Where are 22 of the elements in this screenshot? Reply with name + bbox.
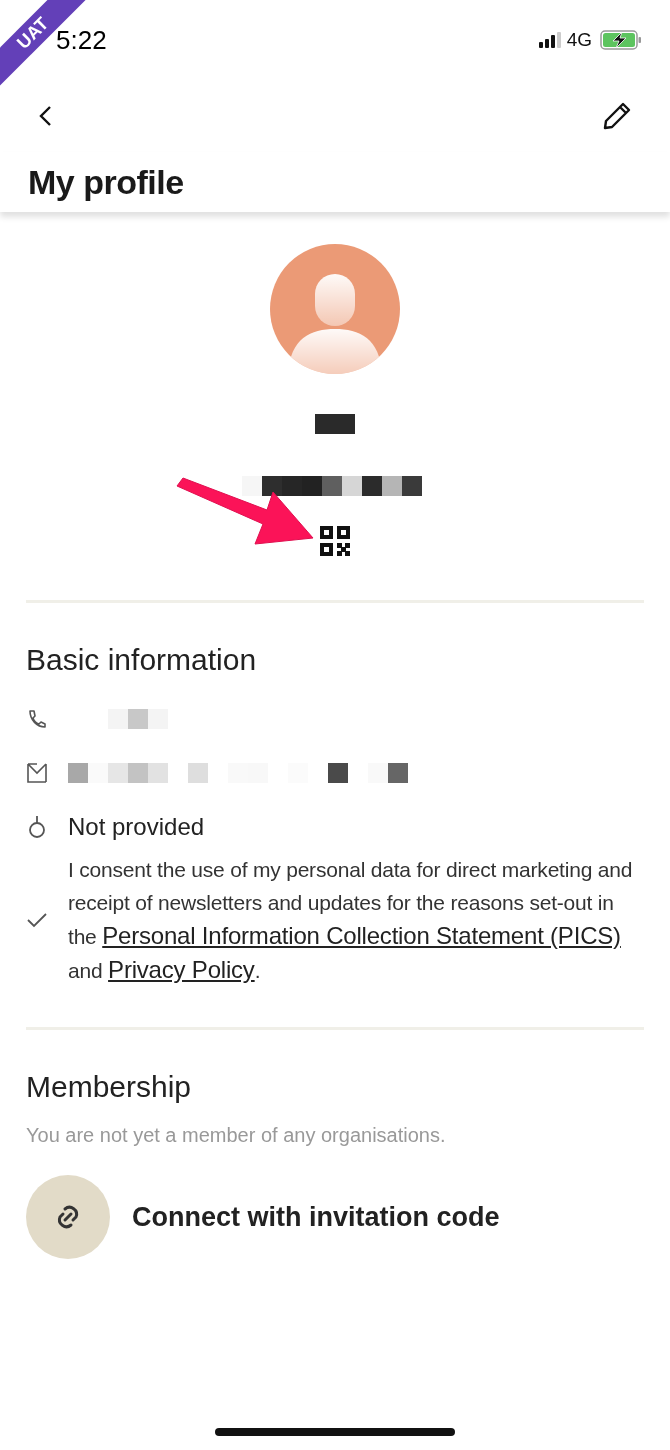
network-label: 4G	[566, 29, 592, 51]
pixelated-phone	[108, 709, 168, 729]
gender-icon	[26, 815, 48, 839]
email-icon	[26, 762, 48, 784]
signal-icon	[538, 32, 561, 48]
invitation-code-link[interactable]: Connect with invitation code	[132, 1201, 500, 1233]
pics-link[interactable]: Personal Information Collection Statement (PICS)	[102, 922, 621, 949]
qr-code-icon[interactable]	[320, 526, 350, 556]
avatar-icon	[270, 244, 400, 374]
pixelated-name	[315, 414, 355, 434]
gender-value: Not provided	[68, 813, 205, 841]
privacy-policy-link[interactable]: Privacy Policy	[108, 956, 255, 983]
battery-icon	[600, 30, 642, 50]
section-heading: Basic information	[26, 643, 258, 677]
status-time: 5:22	[56, 24, 107, 56]
membership-note: You are not yet a member of any organisations.	[26, 1124, 447, 1147]
section-heading: Membership	[26, 1070, 193, 1104]
edit-icon[interactable]	[602, 101, 632, 131]
phone-icon	[26, 709, 48, 729]
consent-text: I consent the use of my personal data for direct marketing and receipt of newsletters and updates for the reasons set-out in the Personal Information Collection Statement (PICS) and Privacy Policy.	[68, 857, 634, 985]
back-icon[interactable]	[38, 105, 52, 127]
page-title: My profile	[28, 162, 184, 202]
